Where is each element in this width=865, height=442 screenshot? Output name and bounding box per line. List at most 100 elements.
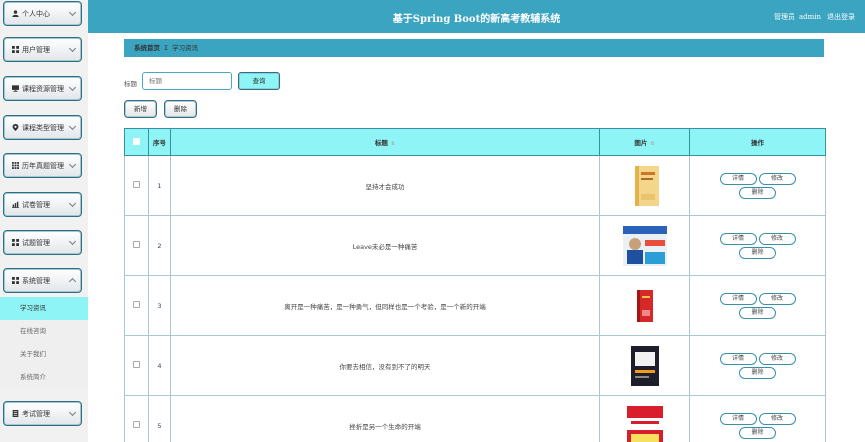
chevron-down-icon <box>68 8 77 17</box>
logout-link[interactable]: 退出登录 <box>827 13 855 21</box>
user-role: 管理员 <box>773 13 795 21</box>
sidebar: 个人中心 用户管理 课程资源管理 课程类型管理 历年真题管理 试卷管理 试题管理… <box>0 0 88 442</box>
header-image[interactable]: 图片 ⇅ <box>599 128 690 156</box>
sidebar-item-papers[interactable]: 试卷管理 <box>3 192 82 217</box>
grid-icon <box>12 239 19 246</box>
sidebar-item-course-types[interactable]: 课程类型管理 <box>3 115 82 140</box>
chevron-down-icon <box>68 160 77 169</box>
grid-icon <box>12 277 19 284</box>
row-checkbox[interactable] <box>133 361 140 368</box>
table-row: 4 你要去相信，没有到不了的明天 详情 修改删除 <box>124 335 826 396</box>
sidebar-subitem-about[interactable]: 关于我们 <box>0 343 88 366</box>
edit-button[interactable]: 修改 <box>758 232 796 245</box>
header-title[interactable]: 标题 ⇅ <box>170 128 600 156</box>
sidebar-item-personal[interactable]: 个人中心 <box>3 1 82 26</box>
row-title: 离开是一种痛苦，是一种勇气，但同样也是一个考验，是一个新的开端 <box>170 275 600 336</box>
sidebar-subitem-news[interactable]: 学习资讯 <box>0 297 88 320</box>
search-label: 标题 <box>124 80 137 88</box>
sidebar-item-system[interactable]: 系统管理 <box>3 268 82 293</box>
detail-button[interactable]: 详情 <box>719 412 757 425</box>
sidebar-item-course-resources[interactable]: 课程资源管理 <box>3 76 82 101</box>
row-title: 坚持才会成功 <box>170 155 600 216</box>
pin-icon <box>12 124 19 131</box>
edit-button[interactable]: 修改 <box>758 172 796 185</box>
edit-button[interactable]: 修改 <box>758 292 796 305</box>
sidebar-group-exams[interactable]: 考试管理 <box>3 401 82 426</box>
file-icon <box>12 410 19 417</box>
sidebar-group-questions[interactable]: 试题管理 <box>3 230 82 255</box>
sidebar-subitem-intro[interactable]: 系统简介 <box>0 366 88 389</box>
sidebar-item-users[interactable]: 用户管理 <box>3 37 82 62</box>
app-root: 个人中心 用户管理 课程资源管理 课程类型管理 历年真题管理 试卷管理 试题管理… <box>0 0 865 442</box>
breadcrumb-current: 学习资讯 <box>172 44 199 52</box>
row-checkbox[interactable] <box>133 181 140 188</box>
book-cover-thumbnail <box>622 223 667 268</box>
delete-button[interactable]: 删除 <box>739 186 776 199</box>
book-cover-thumbnail <box>622 163 667 208</box>
chevron-down-icon <box>68 408 77 417</box>
sidebar-group-personal[interactable]: 个人中心 <box>3 1 82 26</box>
sort-icon: ⇅ <box>650 141 655 147</box>
delete-button[interactable]: 删除 <box>739 426 776 439</box>
detail-button[interactable]: 详情 <box>719 172 757 185</box>
table-row: 1 坚持才会成功 详情 修改删除 <box>124 155 826 216</box>
row-title: 你要去相信，没有到不了的明天 <box>170 335 600 396</box>
edit-button[interactable]: 修改 <box>758 352 796 365</box>
sidebar-subitem-consult[interactable]: 在线咨询 <box>0 320 88 343</box>
breadcrumb-home[interactable]: 系统首页 <box>134 44 160 52</box>
sidebar-group-course-types[interactable]: 课程类型管理 <box>3 115 82 140</box>
sidebar-item-label: 试卷管理 <box>22 200 50 209</box>
header-title-label: 标题 <box>374 139 388 147</box>
select-all-checkbox[interactable] <box>133 137 140 145</box>
header-index: 序号 <box>148 128 171 156</box>
header-checkbox-cell <box>124 128 149 156</box>
sidebar-group-past-exams[interactable]: 历年真题管理 <box>3 153 82 178</box>
row-index: 2 <box>148 215 171 276</box>
delete-button[interactable]: 删除 <box>739 246 776 259</box>
detail-button[interactable]: 详情 <box>719 352 757 365</box>
table-row: 5 挫折是另一个生命的开端 详情 修改删除 <box>124 395 826 442</box>
row-title: 挫折是另一个生命的开端 <box>170 395 600 442</box>
table-row: 2 Leave未必是一种痛苦 详情 修改删除 <box>124 215 826 276</box>
row-index: 5 <box>148 395 171 442</box>
sidebar-group-users[interactable]: 用户管理 <box>3 37 82 62</box>
row-checkbox[interactable] <box>133 301 140 308</box>
row-checkbox[interactable] <box>133 241 140 248</box>
apps-icon <box>12 162 19 169</box>
detail-button[interactable]: 详情 <box>719 292 757 305</box>
chevron-down-icon <box>68 199 77 208</box>
edit-button[interactable]: 修改 <box>758 412 796 425</box>
sidebar-item-questions[interactable]: 试题管理 <box>3 230 82 255</box>
top-bar: 基于Spring Boot的新高考教辅系统 管理员 admin 退出登录 <box>88 0 865 33</box>
sidebar-item-label: 课程资源管理 <box>22 84 64 93</box>
sidebar-item-label: 系统管理 <box>22 276 50 285</box>
chevron-up-icon <box>68 277 77 286</box>
person-icon <box>12 10 19 17</box>
row-title: Leave未必是一种痛苦 <box>170 215 600 276</box>
add-button[interactable]: 新增 <box>124 100 157 118</box>
grid-icon <box>12 46 19 53</box>
sidebar-item-label: 个人中心 <box>22 9 50 18</box>
delete-button[interactable]: 删除 <box>739 306 776 319</box>
sidebar-group-papers[interactable]: 试卷管理 <box>3 192 82 217</box>
query-button[interactable]: 查询 <box>238 72 280 90</box>
sidebar-item-past-exams[interactable]: 历年真题管理 <box>3 153 82 178</box>
sidebar-item-exams[interactable]: 考试管理 <box>3 401 82 426</box>
row-checkbox[interactable] <box>133 421 140 428</box>
bulk-delete-button[interactable]: 删除 <box>164 100 197 118</box>
sidebar-item-label: 用户管理 <box>22 45 50 54</box>
header-actions: 操作 <box>689 128 826 156</box>
row-index: 4 <box>148 335 171 396</box>
sidebar-item-label: 试题管理 <box>22 238 50 247</box>
chevron-down-icon <box>68 83 77 92</box>
sidebar-item-label: 历年真题管理 <box>22 161 64 170</box>
detail-button[interactable]: 详情 <box>719 232 757 245</box>
monitor-icon <box>12 85 19 92</box>
sidebar-group-course-resources[interactable]: 课程资源管理 <box>3 76 82 101</box>
table-row: 3 离开是一种痛苦，是一种勇气，但同样也是一个考验，是一个新的开端 详情 修改删除 <box>124 275 826 336</box>
delete-button[interactable]: 删除 <box>739 366 776 379</box>
chart-icon <box>12 201 19 208</box>
sidebar-group-system[interactable]: 系统管理 <box>3 268 82 293</box>
table-header-row: 序号 标题 ⇅ 图片 ⇅ 操作 <box>124 128 826 156</box>
search-input[interactable] <box>142 72 232 90</box>
